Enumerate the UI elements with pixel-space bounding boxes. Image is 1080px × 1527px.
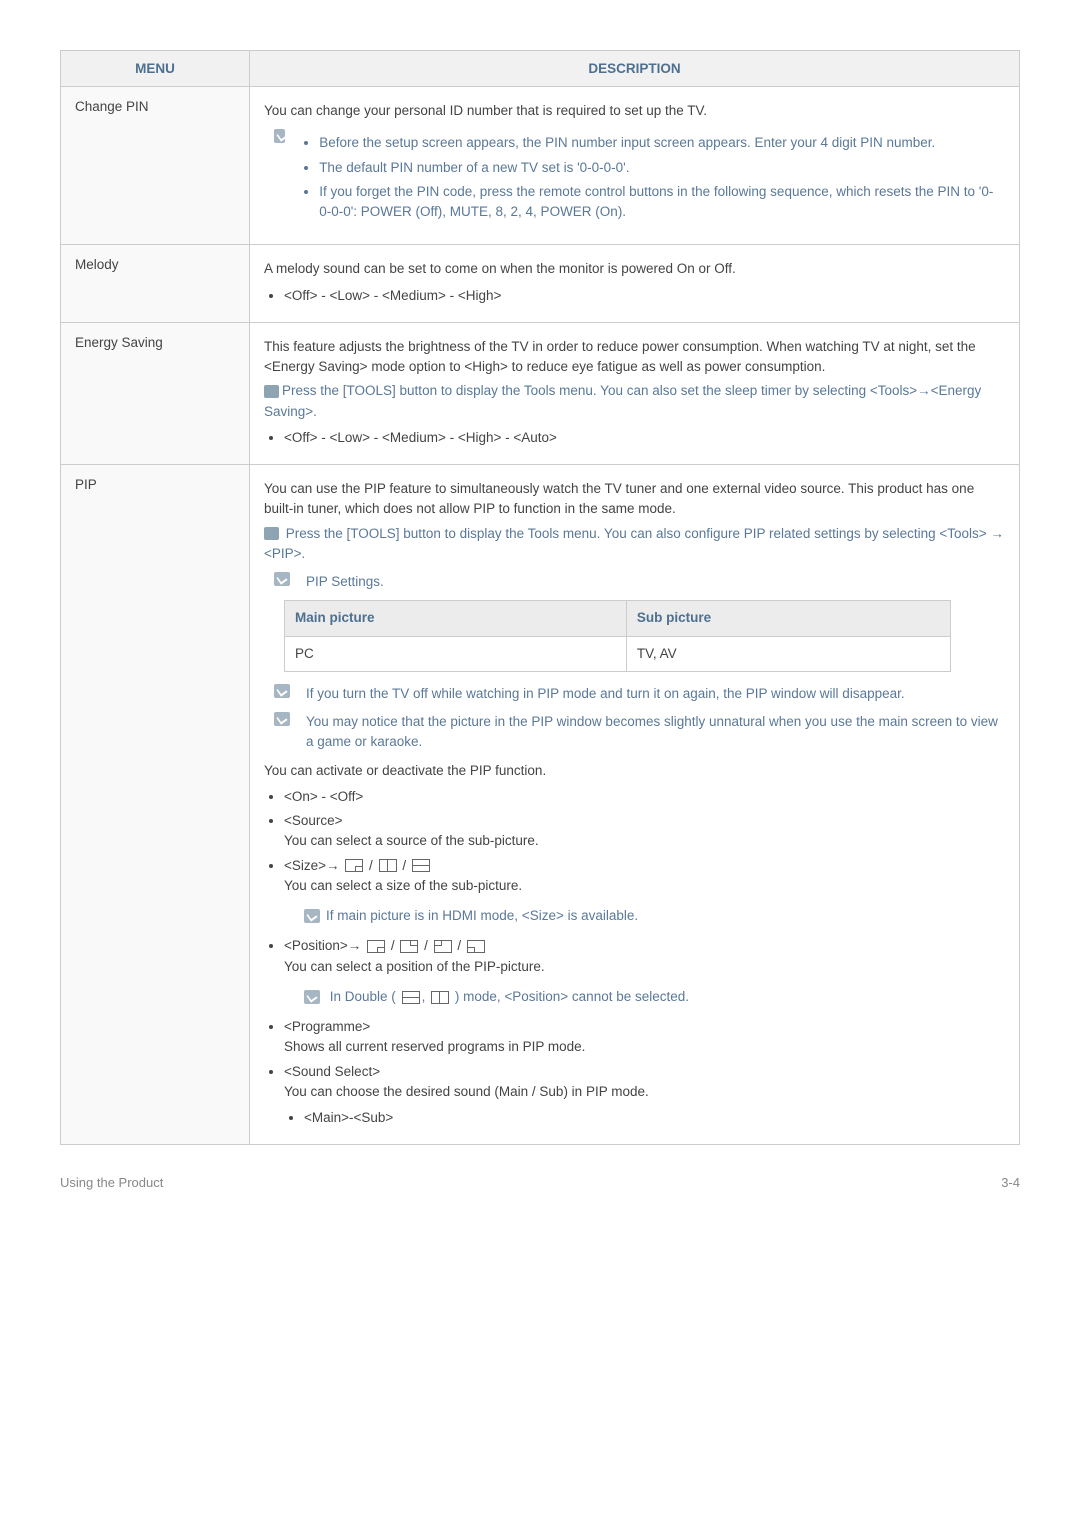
row-change-pin: Change PIN You can change your personal …	[61, 87, 1020, 245]
option-list: <Off> - <Low> - <Medium> - <High> - <Aut…	[284, 428, 1005, 448]
option-source: <Source> You can select a source of the …	[284, 811, 1005, 852]
pos-tr-icon	[400, 940, 418, 953]
note-block: Before the setup screen appears, the PIN…	[274, 129, 1005, 226]
pip-note: You may notice that the picture in the P…	[306, 712, 1005, 753]
page-footer: Using the Product 3-4	[60, 1175, 1020, 1190]
intro-text: A melody sound can be set to come on whe…	[264, 259, 1005, 279]
page-number: 3-4	[1001, 1175, 1020, 1190]
size-double-v-icon	[379, 859, 397, 872]
description-cell: A melody sound can be set to come on whe…	[250, 245, 1020, 323]
intro-text: You can change your personal ID number t…	[264, 101, 1005, 121]
sub-picture-value: TV, AV	[626, 636, 950, 671]
double-v-icon	[431, 991, 449, 1004]
size-small-icon	[345, 859, 363, 872]
pip-settings-label: PIP Settings.	[306, 572, 1005, 592]
pos-bl-icon	[467, 940, 485, 953]
tools-icon	[264, 385, 279, 398]
tools-tip: Press the [TOOLS] button to display the …	[264, 524, 1005, 565]
settings-table: MENU DESCRIPTION Change PIN You can chan…	[60, 50, 1020, 1145]
description-cell: You can use the PIP feature to simultane…	[250, 465, 1020, 1145]
description-header: DESCRIPTION	[250, 51, 1020, 87]
intro-text: You can use the PIP feature to simultane…	[264, 479, 1005, 520]
note-icon	[304, 990, 320, 1004]
option-position: <Position>→ / / / You can select a posit…	[284, 936, 1005, 1007]
intro-text: This feature adjusts the brightness of t…	[264, 337, 1005, 378]
activate-text: You can activate or deactivate the PIP f…	[264, 761, 1005, 781]
sub-picture-header: Sub picture	[626, 601, 950, 636]
main-picture-value: PC	[285, 636, 627, 671]
note-icon	[304, 909, 320, 923]
option-size: <Size>→ / / You can select a size of the…	[284, 856, 1005, 927]
menu-label: Energy Saving	[61, 322, 250, 464]
size-double-h-icon	[412, 859, 430, 872]
row-melody: Melody A melody sound can be set to come…	[61, 245, 1020, 323]
note-item: If you forget the PIN code, press the re…	[319, 182, 1005, 223]
note-icon	[274, 129, 285, 143]
option-list: <Off> - <Low> - <Medium> - <High>	[284, 286, 1005, 306]
option-programme: <Programme> Shows all current reserved p…	[284, 1017, 1005, 1058]
row-energy-saving: Energy Saving This feature adjusts the b…	[61, 322, 1020, 464]
pos-br-icon	[367, 940, 385, 953]
description-cell: This feature adjusts the brightness of t…	[250, 322, 1020, 464]
note-icon	[274, 572, 290, 586]
size-note: If main picture is in HDMI mode, <Size> …	[326, 908, 638, 923]
description-cell: You can change your personal ID number t…	[250, 87, 1020, 245]
footer-title: Using the Product	[60, 1175, 163, 1190]
menu-header: MENU	[61, 51, 250, 87]
main-picture-header: Main picture	[285, 601, 627, 636]
menu-label: Melody	[61, 245, 250, 323]
option-sound-select: <Sound Select> You can choose the desire…	[284, 1062, 1005, 1129]
tools-tip: Press the [TOOLS] button to display the …	[264, 381, 1005, 422]
note-icon	[274, 712, 290, 726]
note-item: Before the setup screen appears, the PIN…	[319, 133, 1005, 153]
menu-label: Change PIN	[61, 87, 250, 245]
row-pip: PIP You can use the PIP feature to simul…	[61, 465, 1020, 1145]
pip-note: If you turn the TV off while watching in…	[306, 684, 1005, 704]
pip-table: Main picture Sub picture PC TV, AV	[284, 600, 951, 672]
pos-tl-icon	[434, 940, 452, 953]
option-onoff: <On> - <Off>	[284, 787, 1005, 807]
position-note: In Double ( , ) mode, <Position> cannot …	[330, 989, 689, 1004]
note-item: The default PIN number of a new TV set i…	[319, 158, 1005, 178]
tools-icon	[264, 527, 279, 540]
sound-option: <Main>-<Sub>	[304, 1108, 1005, 1128]
menu-label: PIP	[61, 465, 250, 1145]
double-h-icon	[402, 991, 420, 1004]
note-icon	[274, 684, 290, 698]
